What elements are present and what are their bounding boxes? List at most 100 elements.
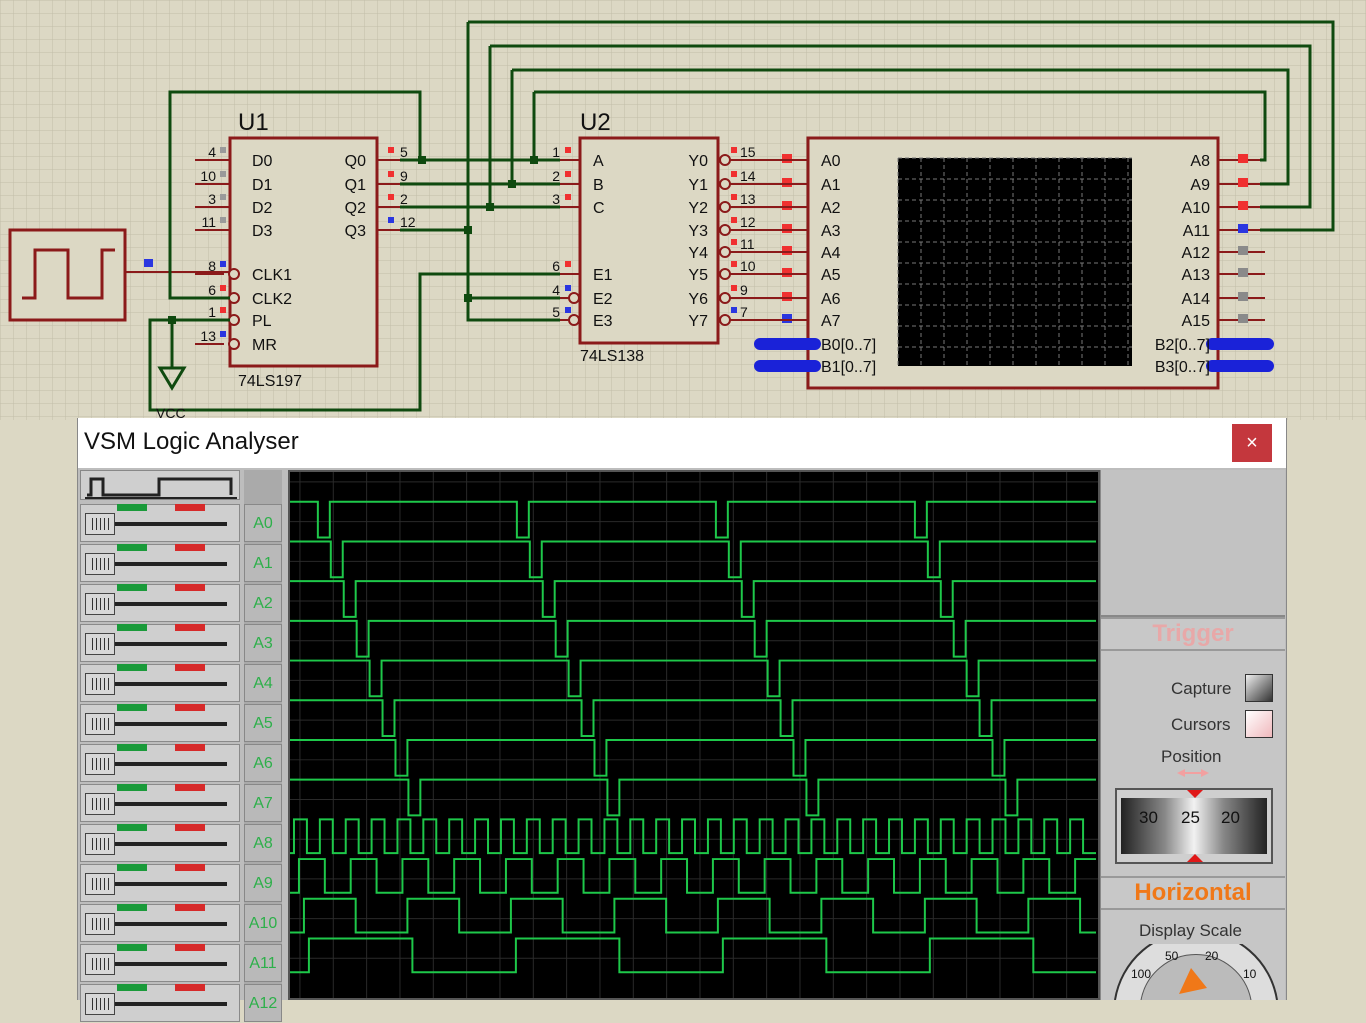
u2-pin-num: 15	[740, 144, 756, 160]
pin-bubble-icon	[719, 178, 731, 190]
waveform-display[interactable]	[288, 470, 1100, 1000]
u2-pin-num: 5	[552, 304, 560, 320]
channel-slider-knob[interactable]	[85, 873, 115, 895]
channel-label[interactable]: A3	[244, 624, 282, 662]
u2-pin-name: Y6	[688, 291, 708, 308]
u2-pin-name: E2	[593, 291, 613, 308]
capture-button[interactable]	[1245, 674, 1273, 702]
channel-slider-track[interactable]	[115, 722, 227, 726]
pin-state-marker	[220, 171, 226, 177]
channel-label[interactable]: A6	[244, 744, 282, 782]
la-input-label: A5	[821, 267, 841, 284]
channel-slider-track[interactable]	[115, 962, 227, 966]
channel-slider-track[interactable]	[115, 842, 227, 846]
pin-state-marker	[220, 194, 226, 200]
channel-low-indicator	[175, 904, 205, 911]
la-input-label: A12	[1182, 245, 1211, 262]
u2-pin-num: 9	[740, 282, 748, 298]
channel-slider-knob[interactable]	[85, 753, 115, 775]
channel-slider-track[interactable]	[115, 562, 227, 566]
u2-pin-num: 12	[740, 214, 756, 230]
probe-state-marker	[782, 246, 792, 255]
pin-state-marker	[220, 331, 226, 337]
channel-label[interactable]: A11	[244, 944, 282, 982]
schematic-canvas[interactable]: U1 74LS197 4D010D13D211D38CLK16CLK21PL13…	[0, 0, 1366, 420]
probe-state-marker	[1238, 268, 1248, 277]
window-title: VSM Logic Analyser	[84, 428, 299, 455]
channel-low-indicator	[175, 824, 205, 831]
channel-slider-track[interactable]	[115, 882, 227, 886]
window-titlebar[interactable]: VSM Logic Analyser ×	[78, 418, 1286, 468]
channel-low-indicator	[175, 504, 205, 511]
scale-100: 100	[1131, 967, 1151, 981]
channel-label[interactable]: A12	[244, 984, 282, 1022]
channel-slider-knob[interactable]	[85, 553, 115, 575]
channel-low-indicator	[175, 624, 205, 631]
channel-label[interactable]: A9	[244, 864, 282, 902]
pin-state-marker	[565, 285, 571, 291]
close-icon: ×	[1246, 432, 1258, 454]
channel-label[interactable]: A0	[244, 504, 282, 542]
channel-slider-track[interactable]	[115, 922, 227, 926]
probe-state-marker	[1238, 246, 1248, 255]
channel-low-indicator	[175, 704, 205, 711]
u2-pin-name: C	[593, 200, 605, 217]
logic-analyser-instrument[interactable]: A0 A1 A2 A3 A4 A5 A6 A7 B0[0..7] B1[0..7] A8 A9 A10 A…	[754, 136, 1274, 390]
channel-low-indicator	[175, 864, 205, 871]
channel-label[interactable]: A7	[244, 784, 282, 822]
channel-slider-track[interactable]	[115, 522, 227, 526]
la-input-label: A0	[821, 153, 841, 170]
channel-slider-knob[interactable]	[85, 673, 115, 695]
channel-slider-track[interactable]	[115, 762, 227, 766]
pin-bubble-icon	[719, 201, 731, 213]
channel-slider-knob[interactable]	[85, 713, 115, 735]
la-input-label: A3	[821, 223, 841, 240]
channel-control-row	[80, 984, 240, 1022]
channel-slider-knob[interactable]	[85, 513, 115, 535]
channel-slider-knob[interactable]	[85, 833, 115, 855]
channel-label[interactable]: A10	[244, 904, 282, 942]
channel-slider-knob[interactable]	[85, 913, 115, 935]
la-input-label: B2[0..7]	[1155, 337, 1210, 354]
channel-slider-knob[interactable]	[85, 633, 115, 655]
u1-pin-name: PL	[252, 313, 272, 330]
u2-pin-num: 3	[552, 191, 560, 207]
u1-pin-num: 12	[400, 214, 416, 230]
channel-slider-track[interactable]	[115, 642, 227, 646]
pin-bubble-icon	[228, 292, 240, 304]
channel-label[interactable]: A2	[244, 584, 282, 622]
u2-pin-num: 2	[552, 168, 560, 184]
channel-slider-track[interactable]	[115, 802, 227, 806]
channel-slider-knob[interactable]	[85, 993, 115, 1015]
position-dial[interactable]: 30 25 20	[1115, 788, 1273, 864]
channel-control-row	[80, 704, 240, 742]
channel-label[interactable]: A5	[244, 704, 282, 742]
close-button[interactable]: ×	[1232, 424, 1272, 462]
channel-slider-knob[interactable]	[85, 953, 115, 975]
pin-state-marker	[220, 307, 226, 313]
channel-label[interactable]: A1	[244, 544, 282, 582]
logic-analyser-window[interactable]: VSM Logic Analyser × A0 A1 A2 A3 A4 A5 A6 A7 A8 A…	[77, 418, 1287, 1022]
channel-slider-knob[interactable]	[85, 793, 115, 815]
display-scale-dial[interactable]: 100 50 20 10	[1111, 944, 1281, 1000]
channel-low-indicator	[175, 544, 205, 551]
channel-label[interactable]: A4	[244, 664, 282, 702]
la-input-label: A9	[1190, 177, 1210, 194]
channel-slider-track[interactable]	[115, 682, 227, 686]
u1-pin-num: 4	[208, 144, 216, 160]
channel-slider-knob[interactable]	[85, 593, 115, 615]
cursors-button[interactable]	[1245, 710, 1273, 738]
pin-bubble-icon	[719, 268, 731, 280]
channel-label[interactable]: A8	[244, 824, 282, 862]
channel-slider-track[interactable]	[115, 1002, 227, 1006]
probe-state-marker	[1238, 154, 1248, 163]
position-arrows-icon	[1177, 769, 1209, 777]
channel-control-row	[80, 864, 240, 902]
horizontal-header: Horizontal	[1101, 876, 1285, 910]
position-dial-left: 30	[1139, 808, 1158, 827]
la-input-label: A2	[821, 200, 841, 217]
channel-slider-track[interactable]	[115, 602, 227, 606]
u2-pin-name: E1	[593, 267, 613, 284]
channel-control-row	[80, 584, 240, 622]
la-input-label: B3[0..7]	[1155, 359, 1210, 376]
